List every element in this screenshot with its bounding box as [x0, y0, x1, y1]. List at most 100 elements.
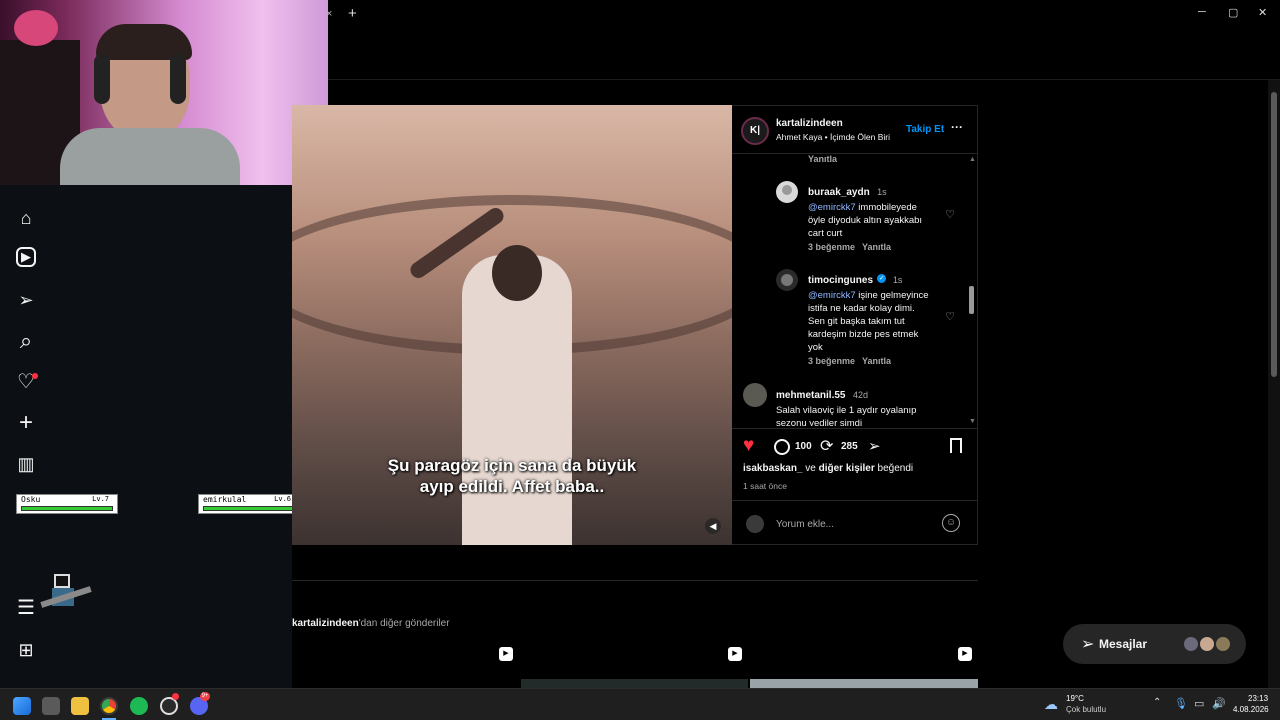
reel-video[interactable]: Şu paragöz için sana da büyük ayıp edild… — [292, 105, 732, 545]
player-head — [492, 245, 542, 301]
post-author-avatar[interactable]: K| — [741, 117, 769, 145]
comment-input[interactable]: Yorum ekle... — [776, 519, 834, 530]
scroll-up-icon[interactable]: ▲ — [969, 156, 976, 163]
liked-by-others[interactable]: diğer kişiler — [819, 463, 875, 474]
weather-desc[interactable]: Çok bulutlu — [1066, 705, 1106, 714]
comment-like-icon[interactable]: ♡ — [944, 209, 956, 221]
actions-divider — [732, 428, 978, 429]
start-icon[interactable] — [13, 697, 31, 715]
comments-scrollbar-thumb[interactable] — [969, 286, 974, 314]
avatar — [1183, 636, 1199, 652]
subtitle-line: ayıp edildi. Affet baba.. — [419, 477, 605, 496]
comments-list: Yanıtla buraak_aydn 1s @emirckk7 immobil… — [732, 154, 978, 426]
new-tab-button[interactable]: + — [348, 5, 357, 22]
sidebar: ⌂ ▶ ➢ ⌕ ♡ + ▥ ☰ ⊞ — [0, 185, 292, 688]
more-posts-username[interactable]: kartalizindeen — [292, 618, 359, 629]
subtitle-line: Şu paragöz için sana da büyük — [387, 456, 637, 475]
apps-icon[interactable]: ⊞ — [14, 638, 38, 662]
player-name: emirkulal — [203, 495, 247, 504]
more-posts-heading: kartalizindeen'dan diğer gönderiler — [292, 618, 450, 629]
emoji-icon[interactable]: ☺ — [942, 514, 960, 532]
liked-by-connector: ve — [802, 463, 819, 474]
more-icon[interactable]: ☰ — [14, 596, 38, 620]
follow-button[interactable]: Takip Et — [906, 124, 944, 135]
comment-username[interactable]: timocingunes — [808, 275, 873, 286]
chrome-icon[interactable] — [100, 697, 118, 715]
liked-by-suffix: beğendi — [874, 463, 914, 474]
maximize-button[interactable]: ▢ — [1228, 6, 1238, 19]
tray-chevron-icon[interactable]: ⌃ — [1153, 697, 1161, 708]
messages-label: Mesajlar — [1099, 637, 1148, 651]
home-icon[interactable]: ⌂ — [14, 206, 38, 230]
comment-count: 100 — [795, 441, 812, 452]
comment-time: 1s — [877, 187, 887, 197]
weather-temp[interactable]: 19°C — [1066, 694, 1084, 703]
comment-likes[interactable]: 3 beğenme — [808, 242, 855, 252]
reply-link[interactable]: Yanıtla — [808, 154, 837, 164]
player-name: Osku — [21, 495, 41, 504]
player-level: Lv.6 — [274, 495, 291, 503]
comment-mention[interactable]: @emirckk7 — [808, 290, 856, 301]
liked-by-user[interactable]: isakbaskan_ — [743, 463, 803, 474]
post-thumbnail[interactable]: ▶ — [521, 641, 748, 688]
reel-icon: ▶ — [728, 647, 742, 661]
post-time[interactable]: 1 saat önce — [743, 481, 787, 491]
avatar[interactable] — [776, 269, 798, 291]
task-view-icon[interactable] — [42, 697, 60, 715]
share-icon[interactable]: ➢ — [868, 437, 881, 455]
comment-mention[interactable]: @emirckk7 — [808, 202, 856, 213]
webcam-headphone — [170, 54, 186, 104]
like-icon[interactable]: ♥ — [743, 436, 754, 456]
window-close-button[interactable]: ✕ — [1258, 6, 1267, 19]
video-subtitle: Şu paragöz için sana da büyük ayıp edild… — [292, 455, 732, 497]
reels-icon[interactable]: ▶ — [16, 247, 36, 267]
comment-time: 1s — [892, 275, 903, 285]
comment-username[interactable]: mehmetanil.55 — [776, 390, 845, 401]
minimize-button[interactable]: ─ — [1198, 6, 1206, 18]
weather-icon[interactable]: ☁ — [1044, 696, 1058, 713]
input-divider — [732, 500, 978, 501]
volume-icon[interactable]: 🔊 — [1212, 697, 1226, 710]
scrollbar-thumb[interactable] — [1271, 92, 1277, 377]
clock-time[interactable]: 23:13 — [1248, 694, 1268, 703]
comment-like-icon[interactable]: ♡ — [944, 311, 956, 323]
mute-icon[interactable]: ◀ — [705, 518, 721, 534]
user-avatar — [746, 515, 764, 533]
avatar[interactable] — [743, 383, 767, 407]
create-icon[interactable]: + — [14, 411, 38, 435]
post-audio[interactable]: Ahmet Kaya • İçimde Ölen Biri — [776, 132, 890, 142]
comment-likes[interactable]: 3 beğenme — [808, 356, 855, 366]
player-level: Lv.7 — [92, 495, 109, 503]
messages-button[interactable]: ➢ Mesajlar — [1063, 624, 1246, 664]
reply-link[interactable]: Yanıtla — [862, 242, 891, 252]
save-icon[interactable] — [950, 438, 962, 453]
search-icon[interactable]: ⌕ — [14, 329, 38, 353]
player-stat-osku: Osku Lv.7 — [16, 494, 118, 514]
post-options-icon[interactable]: ··· — [951, 120, 963, 134]
file-explorer-icon[interactable] — [71, 697, 89, 715]
dashboard-icon[interactable]: ▥ — [14, 452, 38, 476]
repost-icon[interactable]: ⟳ — [820, 436, 833, 456]
comments-scrollbar[interactable]: ▲ ▼ — [968, 156, 976, 426]
comment-item: timocingunes ✓ 1s @emirckk7 işine gelmey… — [808, 270, 932, 354]
comment-time: 42d — [852, 390, 868, 400]
webcam-headphone — [94, 54, 110, 104]
direct-icon[interactable]: ➢ — [14, 288, 38, 312]
avatar[interactable] — [776, 181, 798, 203]
comment-username[interactable]: buraak_aydn — [808, 187, 870, 198]
avatar — [1215, 636, 1231, 652]
post-author-username[interactable]: kartalizindeen — [776, 118, 843, 129]
reply-link[interactable]: Yanıtla — [862, 356, 891, 366]
scroll-down-icon[interactable]: ▼ — [969, 418, 976, 425]
more-posts-suffix: 'dan diğer gönderiler — [358, 618, 450, 629]
clock-date[interactable]: 4.08.2026 — [1233, 705, 1269, 714]
post-thumbnail[interactable]: ▶ — [292, 641, 519, 688]
display-icon[interactable]: ▭ — [1194, 697, 1204, 710]
page-scrollbar[interactable] — [1268, 80, 1280, 688]
player-stat-emirkulal: emirkulal Lv.6 — [198, 494, 300, 514]
spotify-icon[interactable] — [130, 697, 148, 715]
microphone-icon[interactable]: 🎙 — [1174, 697, 1188, 710]
player-hp-bar — [21, 506, 113, 511]
post-thumbnail[interactable]: ▶ — [750, 641, 978, 688]
comment-icon[interactable] — [774, 439, 790, 455]
